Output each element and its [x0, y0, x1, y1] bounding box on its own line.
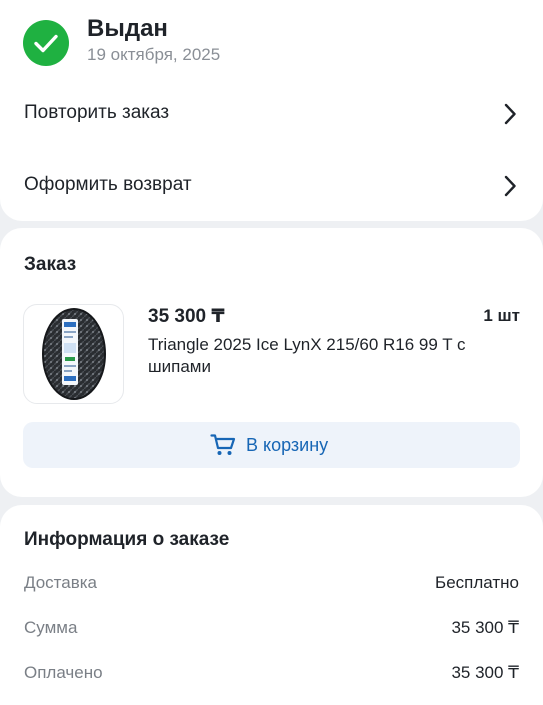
info-row-paid: Оплачено 35 300 ₸	[24, 663, 519, 689]
order-section-title: Заказ	[24, 254, 77, 275]
info-value: Бесплатно	[435, 573, 519, 592]
info-label: Оплачено	[24, 663, 103, 682]
return-order-label: Оформить возврат	[24, 174, 192, 195]
info-value: 35 300 ₸	[451, 618, 519, 637]
product-price: 35 300 ₸	[148, 306, 225, 327]
tire-image[interactable]	[23, 304, 124, 404]
info-label: Сумма	[24, 618, 78, 637]
order-date: 19 октября, 2025	[87, 45, 221, 64]
chevron-right-icon	[504, 103, 516, 125]
add-to-cart-label: В корзину	[246, 435, 329, 455]
info-label: Доставка	[24, 573, 98, 592]
cart-icon	[210, 434, 236, 455]
repeat-order-label: Повторить заказ	[24, 102, 170, 123]
order-info-title: Информация о заказе	[24, 529, 230, 550]
order-info-card: Информация о заказе Доставка Бесплатно С…	[0, 505, 543, 705]
status-card: Выдан 19 октября, 2025 Повторить заказ О…	[0, 0, 543, 221]
return-order-button[interactable]: Оформить возврат	[0, 158, 543, 214]
product-name[interactable]: Triangle 2025 Ice LynX 215/60 R16 99 T с…	[148, 334, 508, 378]
info-row-sum: Сумма 35 300 ₸	[24, 618, 519, 644]
repeat-order-button[interactable]: Повторить заказ	[0, 86, 543, 142]
chevron-right-icon	[504, 175, 516, 197]
info-value: 35 300 ₸	[451, 663, 519, 682]
info-row-delivery: Доставка Бесплатно	[24, 573, 519, 599]
order-card: Заказ 35 300 ₸ 1 шт Triangle 2025 Ice Ly…	[0, 228, 543, 497]
check-circle-icon	[23, 20, 69, 66]
order-status: Выдан	[87, 15, 168, 42]
add-to-cart-button[interactable]: В корзину	[23, 422, 520, 468]
product-quantity: 1 шт	[483, 306, 520, 325]
